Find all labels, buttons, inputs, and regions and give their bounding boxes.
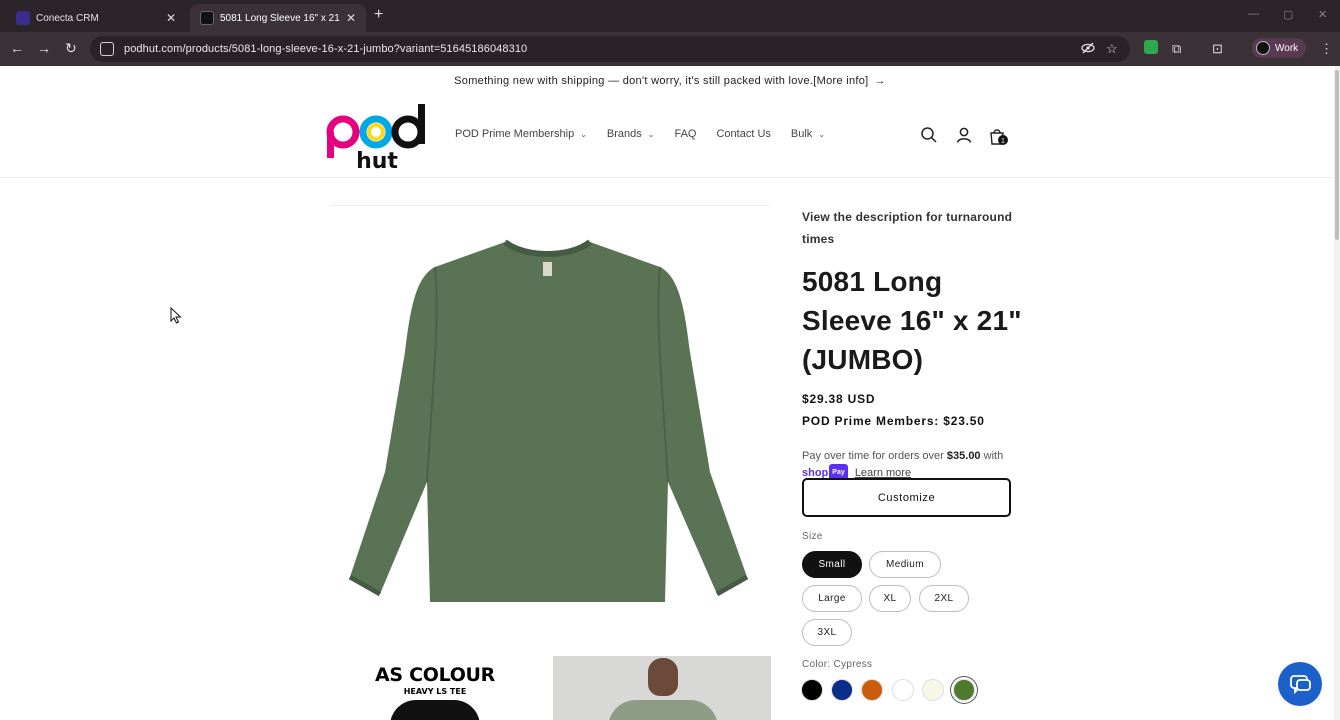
back-icon[interactable]: ← [10, 40, 24, 56]
size-option-large[interactable]: Large [802, 585, 862, 612]
color-swatch-natural[interactable] [922, 679, 944, 701]
bookmark-star-icon[interactable]: ☆ [1106, 41, 1118, 57]
menu-label: POD Prime Membership [455, 128, 575, 140]
extension-icon[interactable] [1144, 40, 1158, 54]
thumbnail-brand: AS COLOUR [374, 664, 496, 686]
scrollbar-thumb[interactable] [1335, 70, 1339, 240]
tab-title: 5081 Long Sleeve 16" x 21" (JU [220, 12, 340, 24]
installments-banner: Pay over time for orders over $35.00 wit… [802, 448, 1022, 482]
size-label: Size [802, 531, 823, 542]
product-image[interactable] [345, 232, 755, 612]
tab-favicon [200, 11, 214, 25]
menu-label: FAQ [674, 128, 697, 140]
account-icon[interactable] [955, 126, 973, 144]
chevron-down-icon: ⌄ [647, 129, 655, 139]
pay-over-amount: $35.00 [946, 450, 981, 462]
browser-tab-bar: Conecta CRM ✕ 5081 Long Sleeve 16" x 21"… [0, 0, 1340, 32]
menu-label: Contact Us [716, 128, 771, 140]
tab-conecta-crm[interactable]: Conecta CRM ✕ [6, 4, 186, 32]
product-title: 5081 Long Sleeve 16" x 21" (JUMBO) [802, 266, 1022, 375]
product-price: $29.38 USD [802, 392, 876, 406]
eye-off-icon[interactable] [1081, 41, 1095, 55]
chevron-down-icon: ⌄ [580, 129, 587, 139]
profile-avatar [1256, 41, 1270, 55]
size-option-xl[interactable]: XL [869, 585, 911, 612]
color-swatch-navy[interactable] [831, 679, 853, 701]
cart-count-badge: 1 [1001, 138, 1005, 145]
turnaround-notice: View the description for turnaround time… [802, 210, 1013, 246]
profile-label: Work [1275, 42, 1299, 54]
menu-pod-prime-membership[interactable]: POD Prime Membership ⌄ [455, 128, 587, 140]
chevron-down-icon: ⌄ [818, 129, 826, 139]
menu-brands[interactable]: Brands ⌄ [607, 128, 655, 140]
extensions-icon[interactable]: ⧉ [1172, 41, 1181, 57]
menu-bulk[interactable]: Bulk ⌄ [791, 128, 825, 140]
product-info: View the description for turnaround time… [802, 206, 1022, 250]
logo-text: hut [356, 149, 398, 172]
close-tab-icon[interactable]: ✕ [346, 11, 356, 25]
chat-icon [1290, 675, 1311, 695]
menu-faq[interactable]: FAQ [674, 128, 696, 140]
thumbnail-as-colour[interactable]: AS COLOUR HEAVY LS TEE [330, 656, 540, 720]
arrow-right-icon: → [874, 75, 886, 87]
podhut-logo[interactable]: hut [326, 100, 428, 172]
mouse-cursor-icon [170, 307, 182, 324]
new-tab-button[interactable]: + [374, 6, 383, 24]
color-swatch-black[interactable] [801, 679, 823, 701]
menu-label: Bulk [790, 128, 813, 140]
announcement-bar[interactable]: Something new with shipping — don't worr… [0, 66, 1340, 96]
color-swatch-white[interactable] [892, 679, 914, 701]
minimize-icon[interactable]: — [1248, 8, 1259, 20]
thumbnail-model-photo[interactable] [553, 656, 771, 720]
menu-label: Brands [606, 128, 642, 140]
color-swatch-orange[interactable] [861, 679, 883, 701]
size-option-medium[interactable]: Medium [869, 551, 941, 578]
forward-icon[interactable]: → [37, 40, 51, 56]
color-swatch-cypress[interactable] [953, 679, 975, 701]
site-info-icon[interactable] [100, 42, 114, 56]
close-window-icon[interactable]: ✕ [1318, 8, 1327, 21]
size-option-small[interactable]: Small [802, 551, 862, 578]
reload-icon[interactable]: ↻ [65, 40, 77, 57]
tab-search-icon[interactable]: ⊡ [1212, 41, 1223, 57]
chat-button[interactable] [1278, 662, 1322, 706]
tab-favicon [16, 11, 30, 25]
pay-over-prefix: Pay over time for orders over [802, 450, 944, 462]
browser-toolbar: ← → ↻ podhut.com/products/5081-long-slee… [0, 32, 1340, 66]
site-header: hut POD Prime Membership ⌄ Brands ⌄ FAQ Co… [0, 96, 1340, 178]
gallery-divider [330, 205, 770, 206]
cart-icon[interactable]: 1 [988, 126, 1010, 148]
pay-over-suffix: with [983, 450, 1004, 462]
thumbnail-tee-image [390, 700, 480, 720]
page-scrollbar[interactable] [1334, 66, 1340, 720]
main-menu: POD Prime Membership ⌄ Brands ⌄ FAQ Contac… [455, 128, 845, 140]
search-icon[interactable] [920, 126, 938, 144]
announcement-text: Something new with shipping — don't worr… [454, 75, 869, 87]
model-shirt [608, 700, 718, 720]
color-label: Color: Cypress [802, 659, 873, 670]
browser-menu-icon[interactable]: ⋮ [1320, 41, 1333, 57]
customize-button[interactable]: Customize [802, 478, 1011, 517]
profile-button[interactable]: Work [1252, 38, 1306, 58]
address-bar[interactable]: podhut.com/products/5081-long-sleeve-16-… [90, 36, 1130, 62]
menu-contact-us[interactable]: Contact Us [716, 128, 770, 140]
tab-podhut-product[interactable]: 5081 Long Sleeve 16" x 21" (JU ✕ [190, 4, 366, 32]
close-tab-icon[interactable]: ✕ [166, 11, 176, 25]
thumbnail-subtitle: HEAVY LS TEE [403, 687, 467, 696]
maximize-icon[interactable]: ▢ [1283, 8, 1293, 21]
url-text: podhut.com/products/5081-long-sleeve-16-… [124, 43, 528, 55]
size-option-2xl[interactable]: 2XL [919, 585, 969, 612]
size-option-3xl[interactable]: 3XL [802, 619, 852, 646]
tab-title: Conecta CRM [36, 12, 99, 24]
model-head [648, 658, 678, 696]
member-price: POD Prime Members: $23.50 [802, 414, 985, 428]
